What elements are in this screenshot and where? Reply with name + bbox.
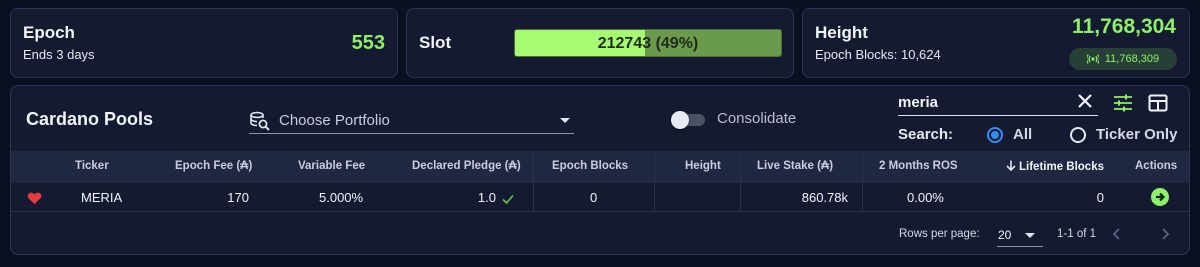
col-live-stake[interactable]: Live Stake (₳) — [757, 160, 833, 172]
slot-progress-bar: 212743 (49%) — [514, 29, 782, 57]
col-variable-fee[interactable]: Variable Fee — [298, 160, 365, 172]
slot-title: Slot — [419, 33, 452, 52]
table-pagination: Rows per page: 20 1-1 of 1 — [11, 223, 1189, 247]
epoch-blocks: Epoch Blocks: 10,624 — [815, 47, 941, 62]
rows-per-page-value: 20 — [998, 228, 1012, 242]
rows-per-page-label: Rows per page: — [899, 228, 980, 240]
portfolio-search-icon — [250, 111, 270, 131]
col-actions: Actions — [1135, 160, 1178, 172]
clear-icon[interactable] — [1074, 90, 1096, 112]
col-ticker[interactable]: Ticker — [75, 160, 109, 172]
sort-arrow-icon — [1006, 160, 1016, 172]
cell-variable-fee: 5.000% — [319, 190, 364, 205]
height-value: 11,768,304 — [1072, 15, 1176, 38]
portfolio-select[interactable]: Choose Portfolio — [249, 108, 574, 134]
epoch-value: 553 — [351, 32, 385, 54]
cell-lifetime-blocks: 0 — [1096, 190, 1104, 205]
epoch-card: Epoch Ends 3 days 553 — [10, 8, 398, 78]
network-height-badge: 11,768,309 — [1069, 48, 1177, 70]
height-card: Height Epoch Blocks: 10,624 11,768,304 1… — [802, 8, 1190, 78]
chevron-down-icon — [1025, 233, 1035, 238]
slot-card: Slot 212743 (49%) — [406, 8, 794, 78]
consolidate-toggle[interactable] — [671, 111, 705, 129]
epoch-ends: Ends 3 days — [23, 47, 95, 62]
epoch-title: Epoch — [23, 23, 75, 42]
heart-icon[interactable] — [27, 191, 42, 205]
chevron-down-icon — [560, 118, 570, 123]
search-mode-label: Search: — [898, 126, 954, 143]
cell-ticker[interactable]: MERIA — [81, 190, 122, 205]
chevron-left-icon[interactable] — [1109, 226, 1125, 242]
search-all-label: All — [1013, 126, 1033, 143]
radio-circle — [987, 126, 1003, 143]
check-icon — [502, 194, 514, 204]
col-height[interactable]: Height — [685, 160, 721, 172]
col-ros[interactable]: 2 Months ROS — [879, 160, 958, 172]
rows-per-page-select[interactable]: 20 — [997, 223, 1043, 247]
cell-pledge-value: 1.0 — [477, 190, 496, 205]
cell-pledge: 1.0 — [478, 190, 514, 205]
col-epoch-blocks[interactable]: Epoch Blocks — [552, 160, 628, 172]
search-ticker-label: Ticker Only — [1096, 126, 1178, 143]
consolidate-label: Consolidate — [717, 110, 797, 127]
grid-icon[interactable] — [1148, 94, 1168, 112]
arrow-right-icon — [1156, 192, 1166, 202]
slot-progress-text: 212743 (49%) — [597, 35, 699, 52]
cell-epoch-blocks: 0 — [590, 190, 598, 205]
search-ticker-radio[interactable]: Ticker Only — [1070, 126, 1177, 143]
portfolio-placeholder: Choose Portfolio — [279, 112, 390, 129]
pools-title: Cardano Pools — [26, 109, 154, 129]
network-height-value: 11,768,309 — [1104, 53, 1160, 65]
radio-circle — [1070, 126, 1086, 143]
cell-epoch-fee: 170 — [227, 190, 249, 205]
col-lifetime-blocks-sort[interactable]: Lifetime Blocks — [1006, 160, 1104, 173]
cell-ros: 0.00% — [907, 190, 944, 205]
col-epoch-fee[interactable]: Epoch Fee (₳) — [175, 160, 252, 172]
toggle-knob — [671, 111, 689, 129]
broadcast-icon — [1086, 54, 1099, 64]
search-value: meria — [898, 94, 939, 111]
page-range: 1-1 of 1 — [1057, 228, 1096, 240]
height-title: Height — [815, 23, 868, 42]
tune-icon[interactable] — [1112, 93, 1134, 113]
table-row[interactable]: MERIA 170 5.000% 1.0 0 860.78k 0.00% 0 — [11, 183, 1189, 212]
search-all-radio[interactable]: All — [987, 126, 1032, 143]
chevron-right-icon[interactable] — [1157, 226, 1173, 242]
cardano-pools-panel: Cardano Pools Choose Portfolio Consolida… — [10, 85, 1190, 255]
col-declared-pledge[interactable]: Declared Pledge (₳) — [412, 160, 521, 172]
cell-live-stake: 860.78k — [801, 190, 848, 205]
table-header: Ticker Epoch Fee (₳) Variable Fee Declar… — [11, 151, 1189, 183]
col-lifetime-blocks: Lifetime Blocks — [1019, 161, 1104, 173]
search-input[interactable]: meria — [898, 88, 1098, 116]
row-action-button[interactable] — [1151, 188, 1169, 206]
